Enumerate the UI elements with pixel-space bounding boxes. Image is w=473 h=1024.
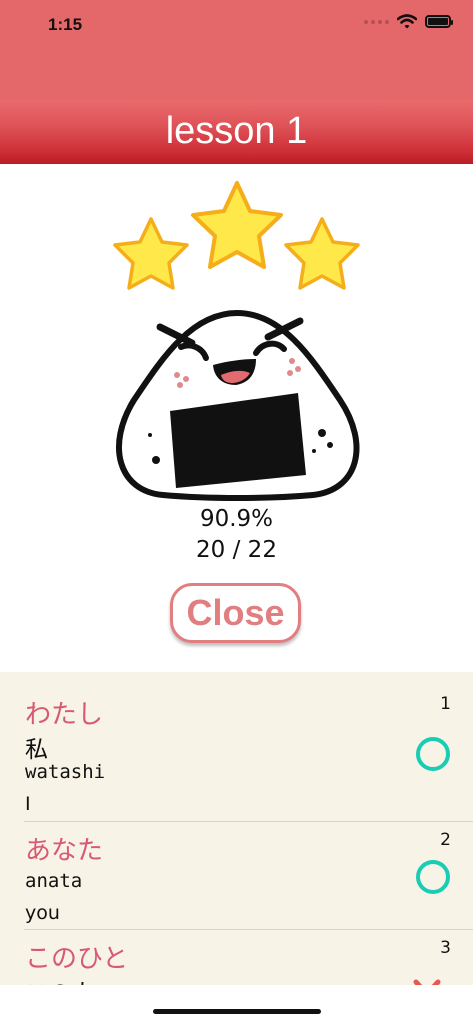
status-time: 1:15 <box>48 15 83 34</box>
star-icon <box>113 217 189 290</box>
item-kana: わたし <box>25 700 104 730</box>
score-percentage: 90.9% <box>199 506 274 532</box>
list-item[interactable]: あなた anata you 2 <box>0 822 473 929</box>
signal-icon <box>364 19 389 24</box>
star-icon <box>191 181 283 269</box>
correct-circle-icon <box>416 737 450 771</box>
wifi-icon <box>397 14 417 29</box>
onigiri-mascot-icon <box>116 310 360 501</box>
score-count: 20 / 22 <box>196 537 277 563</box>
item-kanji: この人 <box>25 974 94 985</box>
nav-bar: lesson 1 <box>0 100 473 164</box>
item-romaji: watashi <box>25 761 106 783</box>
vocab-result-list[interactable]: わたし 私 watashi I 1 あなた anata you 2 このひと こ… <box>0 672 473 985</box>
item-kana: このひと <box>25 944 129 974</box>
item-kana: あなた <box>25 836 104 866</box>
list-item[interactable]: わたし 私 watashi I 1 <box>0 672 473 821</box>
item-meaning: you <box>25 902 60 924</box>
item-number: 1 <box>440 694 451 714</box>
incorrect-cross-icon <box>413 979 441 985</box>
home-indicator-area <box>0 985 473 1024</box>
battery-icon <box>425 15 453 28</box>
item-meaning: I <box>25 793 31 815</box>
page-title: lesson 1 <box>165 110 308 152</box>
star-icon <box>284 217 360 290</box>
item-number: 3 <box>440 938 451 958</box>
item-number: 2 <box>440 830 451 850</box>
list-item[interactable]: このひと この人 3 <box>0 930 473 985</box>
item-kanji: 私 <box>25 737 48 763</box>
status-icons <box>364 14 453 29</box>
item-romaji: anata <box>25 870 83 892</box>
star-rating <box>113 181 360 290</box>
close-button[interactable]: Close <box>170 583 301 643</box>
status-bar: 1:15 <box>0 0 473 100</box>
correct-circle-icon <box>416 860 450 894</box>
home-indicator[interactable] <box>153 1009 321 1014</box>
